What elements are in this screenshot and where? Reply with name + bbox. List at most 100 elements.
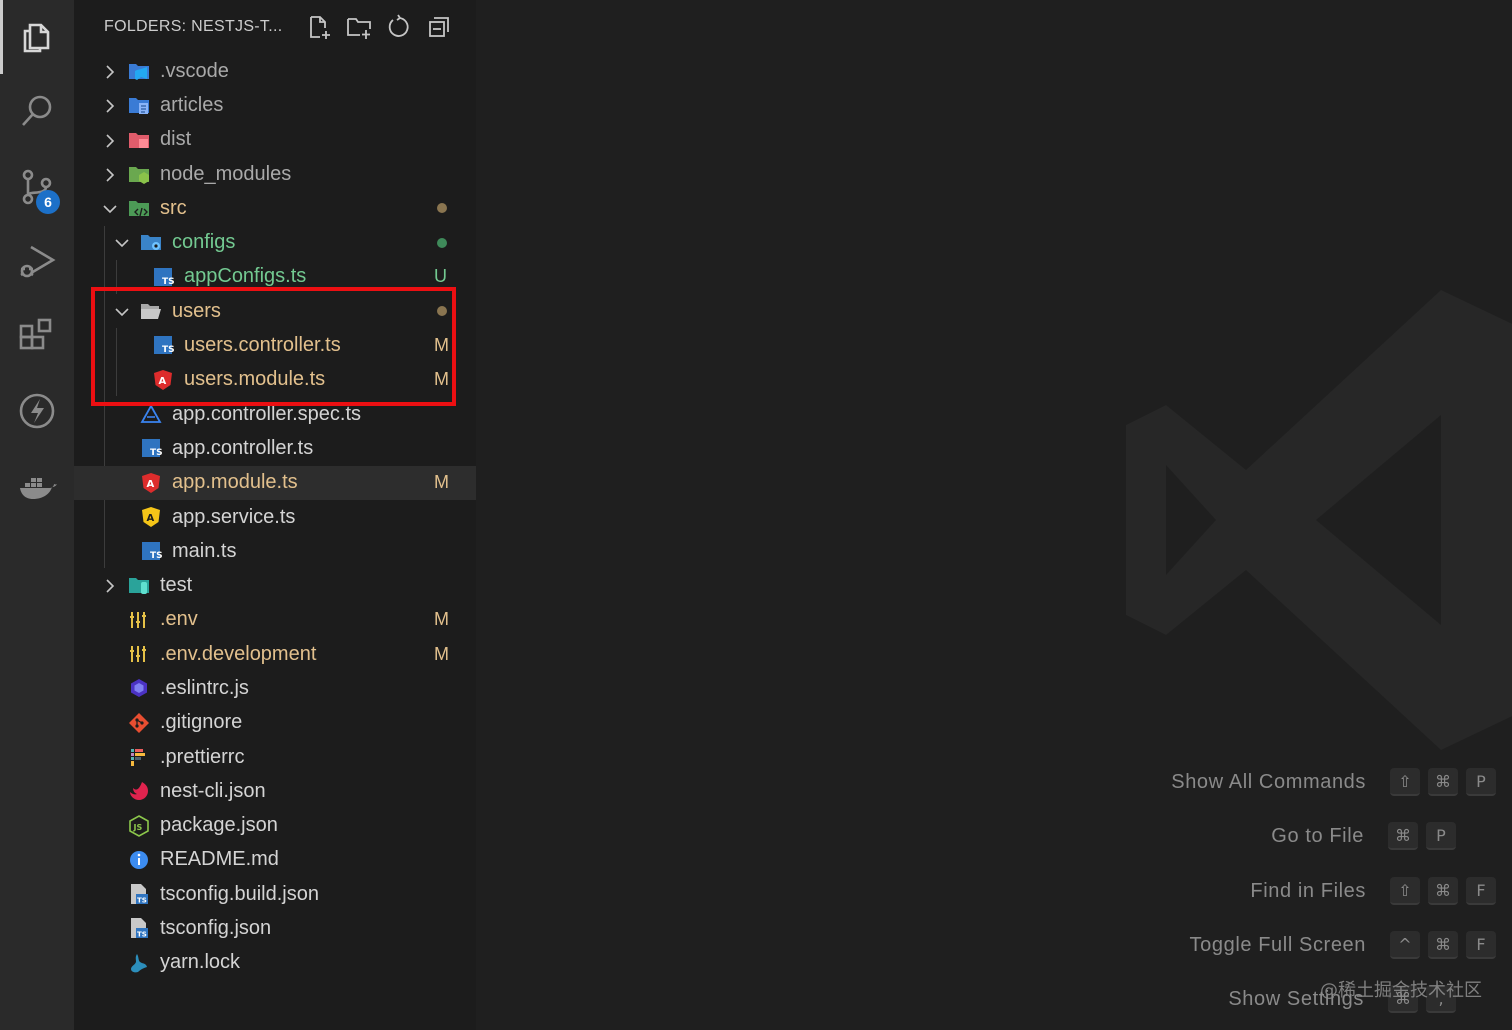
src-folder-icon bbox=[128, 197, 150, 219]
shortcut-go-to-file[interactable]: Go to File ⌘ P bbox=[1271, 821, 1456, 851]
tree-file-app-module-ts[interactable]: Aapp.module.ts M bbox=[74, 465, 476, 500]
tree-folder-articles[interactable]: articles bbox=[74, 88, 476, 122]
env-icon bbox=[128, 643, 150, 665]
new-folder-icon[interactable] bbox=[346, 14, 374, 42]
tree-file-nest-cli-json[interactable]: nest-cli.json bbox=[74, 774, 476, 808]
docker-icon[interactable] bbox=[0, 450, 74, 524]
typescript-icon: TS bbox=[140, 540, 163, 562]
angular-red-icon: A bbox=[140, 472, 162, 494]
collapse-all-icon[interactable] bbox=[426, 14, 454, 42]
git-status-badge: M bbox=[434, 472, 449, 493]
git-status-badge: M bbox=[434, 609, 449, 630]
shortcut-show-all-commands[interactable]: Show All Commands ⇧ ⌘ P bbox=[1171, 767, 1496, 797]
keycap: ⌘ bbox=[1388, 822, 1418, 850]
tree-item-label: appConfigs.ts bbox=[184, 265, 307, 288]
tree-folder-dist[interactable]: dist bbox=[74, 123, 476, 157]
tree-item-label: nest-cli.json bbox=[160, 779, 266, 802]
tree-folder-test[interactable]: test bbox=[74, 568, 476, 602]
chevron-right-icon[interactable] bbox=[102, 577, 118, 594]
svg-text:A: A bbox=[147, 479, 155, 490]
chevron-right-icon[interactable] bbox=[102, 63, 118, 79]
keycap: ^ bbox=[1390, 931, 1420, 959]
tree-file-eslintrc-js[interactable]: .eslintrc.js bbox=[74, 671, 476, 705]
svg-text:JS: JS bbox=[133, 823, 143, 832]
shortcut-toggle-full-screen[interactable]: Toggle Full Screen ^ ⌘ F bbox=[1190, 930, 1496, 960]
refresh-icon[interactable] bbox=[386, 14, 414, 42]
keycap: ⇧ bbox=[1390, 768, 1420, 796]
tree-item-label: tsconfig.json bbox=[160, 917, 272, 940]
typescript-icon: TS bbox=[140, 437, 163, 459]
editor-area: Show All Commands ⇧ ⌘ P Go to File ⌘ P Find in … bbox=[476, 0, 1512, 1030]
chevron-right-icon[interactable] bbox=[102, 132, 118, 148]
git-icon bbox=[128, 712, 150, 734]
chevron-down-icon[interactable] bbox=[114, 234, 130, 250]
tree-item-label: package.json bbox=[160, 814, 278, 837]
keycap: P bbox=[1466, 768, 1496, 796]
keycap: F bbox=[1466, 877, 1496, 905]
tree-item-label: app.service.ts bbox=[172, 505, 296, 528]
typescript-icon: TS bbox=[152, 266, 175, 288]
shortcut-label: Toggle Full Screen bbox=[1189, 933, 1366, 956]
tree-item-label: yarn.lock bbox=[160, 951, 241, 974]
svg-text:TS: TS bbox=[150, 551, 162, 561]
tree-file-prettierrc[interactable]: .prettierrc bbox=[74, 740, 476, 774]
tree-folder-node-modules[interactable]: node_modules bbox=[74, 157, 476, 191]
tree-file-gitignore[interactable]: .gitignore bbox=[74, 706, 476, 740]
nest-icon bbox=[128, 780, 150, 802]
tree-folder-src[interactable]: src bbox=[74, 191, 476, 225]
tree-file-tsconfig-json[interactable]: TS tsconfig.json bbox=[74, 911, 476, 945]
chevron-down-icon[interactable] bbox=[102, 200, 118, 216]
tree-file-tsconfig-build-json[interactable]: TS tsconfig.build.json bbox=[74, 877, 476, 911]
tsconfig-icon: TS bbox=[128, 917, 150, 939]
tree-file-env-development[interactable]: .env.development M bbox=[74, 637, 476, 671]
tree-folder-configs[interactable]: configs bbox=[74, 225, 476, 259]
chevron-right-icon[interactable] bbox=[102, 97, 118, 113]
vscode-logo-watermark-icon bbox=[1126, 290, 1512, 750]
tree-folder-vscode[interactable]: .vscode bbox=[74, 54, 476, 88]
nodejs-icon: JS bbox=[128, 814, 150, 837]
angular-yellow-icon: A bbox=[140, 506, 162, 528]
chevron-right-icon[interactable] bbox=[102, 166, 118, 182]
thunder-client-icon[interactable] bbox=[0, 374, 74, 448]
svg-text:TS: TS bbox=[137, 931, 147, 939]
explorer-icon[interactable] bbox=[0, 0, 74, 74]
yarn-icon bbox=[128, 952, 150, 974]
highlight-box bbox=[91, 287, 456, 406]
tree-item-label: dist bbox=[160, 128, 192, 151]
extensions-icon[interactable] bbox=[0, 300, 74, 374]
keycap: ⌘ bbox=[1428, 877, 1458, 905]
tree-file-main-ts[interactable]: TS main.ts bbox=[74, 534, 476, 568]
keycap: ⌘ bbox=[1428, 768, 1458, 796]
test-folder-icon bbox=[128, 574, 150, 596]
tree-item-label: app.module.ts bbox=[172, 471, 298, 494]
tree-item-label: main.ts bbox=[172, 539, 237, 562]
keycap: P bbox=[1426, 822, 1456, 850]
explorer-header: FOLDERS: NESTJS-T... bbox=[74, 0, 476, 56]
vscode-folder-icon bbox=[128, 60, 150, 82]
tree-file-yarn-lock[interactable]: yarn.lock bbox=[74, 946, 476, 980]
changes-dot-icon bbox=[437, 203, 447, 214]
tree-file-readme-md[interactable]: README.md bbox=[74, 843, 476, 877]
tree-file-package-json[interactable]: JS package.json bbox=[74, 809, 476, 843]
node-modules-folder-icon bbox=[128, 163, 150, 185]
prettier-icon bbox=[128, 746, 150, 768]
shortcut-find-in-files[interactable]: Find in Files ⇧ ⌘ F bbox=[1250, 876, 1496, 906]
file-tree: .vscode articles dist node_modulessrc config… bbox=[74, 54, 476, 980]
tree-file-app-service-ts[interactable]: Aapp.service.ts bbox=[74, 500, 476, 534]
tree-item-label: articles bbox=[160, 93, 224, 116]
tree-item-label: app.controller.spec.ts bbox=[172, 402, 361, 425]
tree-file-app-controller-ts[interactable]: TS app.controller.ts bbox=[74, 431, 476, 465]
search-icon[interactable] bbox=[0, 74, 74, 148]
source-control-badge: 6 bbox=[36, 190, 60, 214]
shortcut-label: Go to File bbox=[1271, 824, 1364, 847]
tree-item-label: node_modules bbox=[160, 162, 292, 185]
dist-folder-icon bbox=[128, 129, 150, 151]
tsconfig-icon: TS bbox=[128, 883, 150, 905]
articles-folder-icon bbox=[128, 94, 150, 116]
tree-file-env[interactable]: .env M bbox=[74, 603, 476, 637]
source-control-icon[interactable]: 6 bbox=[0, 150, 74, 224]
new-file-icon[interactable] bbox=[306, 14, 334, 42]
tree-item-label: .gitignore bbox=[160, 711, 243, 734]
tree-item-label: tsconfig.build.json bbox=[160, 882, 319, 905]
run-debug-icon[interactable] bbox=[0, 224, 74, 298]
